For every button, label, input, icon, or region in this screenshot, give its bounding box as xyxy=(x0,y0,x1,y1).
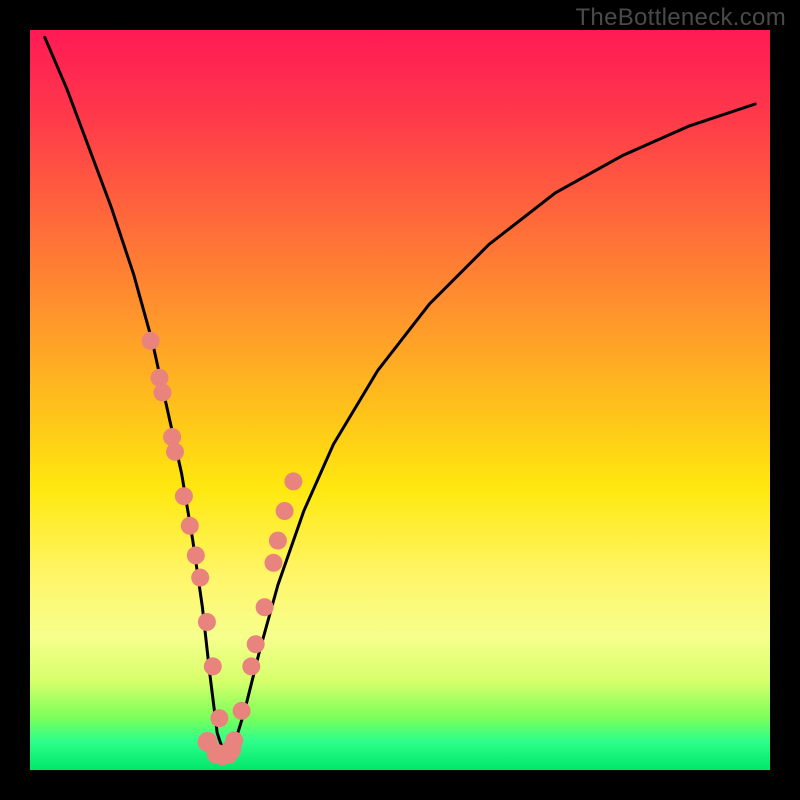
figure-frame: TheBottleneck.com xyxy=(0,0,800,800)
marker-dot xyxy=(284,472,302,490)
curve-path xyxy=(45,37,755,755)
marker-dot xyxy=(142,332,160,350)
marker-dot xyxy=(175,487,193,505)
marker-dot xyxy=(154,384,172,402)
marker-dot xyxy=(247,635,265,653)
marker-dot xyxy=(204,657,222,675)
marker-dot xyxy=(221,739,241,759)
plot-area xyxy=(30,30,770,770)
marker-dot xyxy=(198,732,218,752)
marker-dot xyxy=(191,569,209,587)
watermark-text: TheBottleneck.com xyxy=(575,4,786,32)
marker-dot xyxy=(207,744,227,764)
marker-dot xyxy=(256,598,274,616)
marker-dot xyxy=(225,731,243,749)
marker-dot xyxy=(218,744,238,764)
marker-dot xyxy=(221,743,239,761)
marker-dot xyxy=(151,369,169,387)
marker-dot xyxy=(187,546,205,564)
marker-dot xyxy=(198,613,216,631)
marker-dot xyxy=(166,443,184,461)
marker-dot xyxy=(163,428,181,446)
marker-dot xyxy=(242,657,260,675)
marker-dot xyxy=(181,517,199,535)
marker-dot xyxy=(212,745,232,765)
marker-dot xyxy=(269,532,287,550)
marker-dot xyxy=(276,502,294,520)
marker-dot xyxy=(233,702,251,720)
bottleneck-chart xyxy=(30,30,770,770)
marker-dot xyxy=(265,554,283,572)
marker-dot xyxy=(210,709,228,727)
